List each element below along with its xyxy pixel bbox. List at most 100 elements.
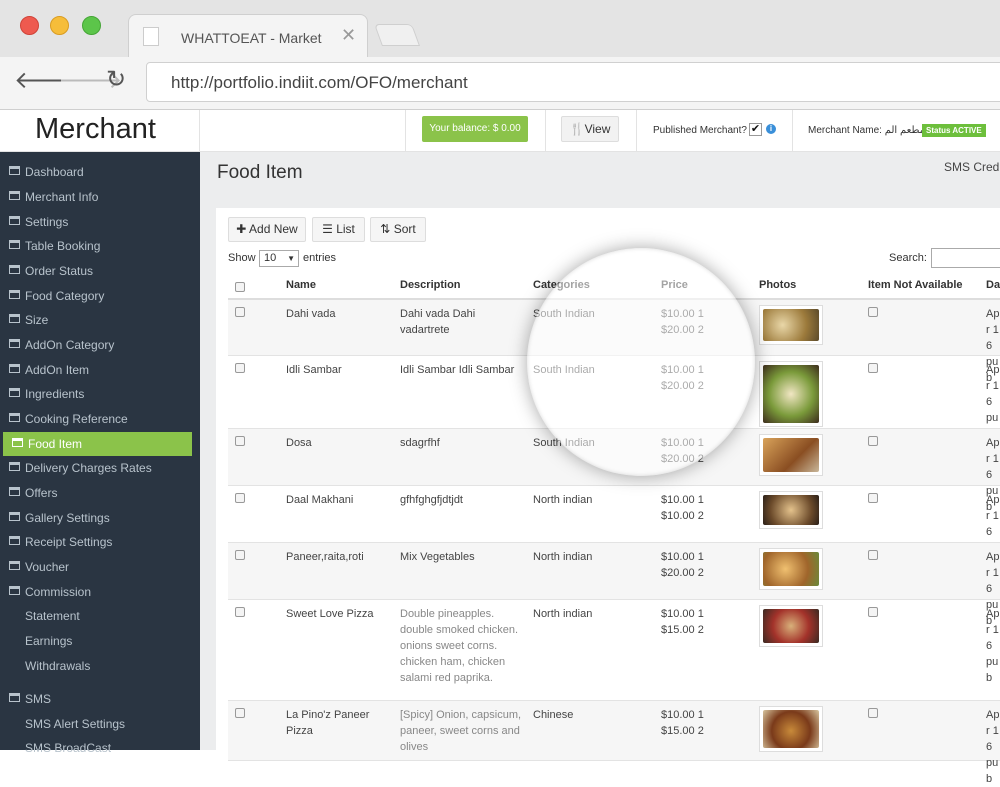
sidebar-item-addon-item[interactable]: AddOn Item	[0, 358, 200, 382]
column-header-description[interactable]: Description	[400, 279, 461, 291]
item-not-available-checkbox[interactable]	[868, 550, 878, 560]
entries-select[interactable]: 10 ▼	[259, 250, 299, 267]
sidebar-item-label: Table Booking	[25, 239, 101, 253]
column-header-date[interactable]: Date	[986, 279, 1000, 291]
row-select-checkbox[interactable]	[235, 493, 245, 503]
sidebar-item-size[interactable]: Size	[0, 308, 200, 332]
food-name[interactable]: Idli Sambar	[286, 362, 391, 378]
sidebar-item-ingredients[interactable]: Ingredients	[0, 382, 200, 406]
food-photo[interactable]	[759, 361, 823, 427]
item-not-available-checkbox[interactable]	[868, 436, 878, 446]
sidebar-item-commission[interactable]: Commission	[0, 580, 200, 604]
sidebar-item-voucher[interactable]: Voucher	[0, 555, 200, 579]
sidebar-item-withdrawals[interactable]: Withdrawals	[0, 654, 200, 678]
row-select-checkbox[interactable]	[235, 307, 245, 317]
sidebar-item-label: Statement	[25, 609, 80, 623]
search-input[interactable]	[931, 248, 1000, 268]
sidebar: Dashboard Merchant Info Settings Table Book…	[0, 152, 200, 755]
food-photo[interactable]	[759, 706, 823, 752]
view-button[interactable]: 🍴View	[561, 116, 619, 142]
row-select-checkbox[interactable]	[235, 436, 245, 446]
food-photo-image	[763, 710, 819, 748]
sidebar-item-statement[interactable]: Statement	[0, 604, 200, 628]
tab-close-icon[interactable]: ✕	[341, 25, 356, 46]
window-maximize-button[interactable]	[82, 16, 101, 35]
sidebar-item-receipt-settings[interactable]: Receipt Settings	[0, 530, 200, 554]
food-photo[interactable]	[759, 305, 823, 345]
window-close-button[interactable]	[20, 16, 39, 35]
sidebar-item-food-item[interactable]: Food Item	[3, 432, 192, 456]
sidebar-item-label: Offers	[25, 486, 58, 500]
food-photo[interactable]	[759, 548, 823, 590]
sidebar-item-offers[interactable]: Offers	[0, 481, 200, 505]
list-button[interactable]: ☰ List	[312, 217, 365, 242]
price-line-2: $20.00 2	[661, 380, 704, 392]
tab-title: WHATTOEAT - Market	[181, 30, 322, 46]
food-name[interactable]: Daal Makhani	[286, 492, 391, 508]
food-name[interactable]: Dosa	[286, 435, 391, 451]
row-select-checkbox[interactable]	[235, 708, 245, 718]
sidebar-item-label: AddOn Item	[25, 363, 90, 377]
food-photo-image	[763, 365, 819, 423]
sidebar-item-merchant-info[interactable]: Merchant Info	[0, 185, 200, 209]
row-select-checkbox[interactable]	[235, 550, 245, 560]
food-photo[interactable]	[759, 491, 823, 529]
sidebar-item-table-booking[interactable]: Table Booking	[0, 234, 200, 258]
sidebar-item-settings[interactable]: Settings	[0, 210, 200, 234]
published-checkbox[interactable]: ✔	[749, 123, 762, 136]
food-description: [Spicy] Onion, capsicum, paneer, sweet c…	[400, 709, 522, 753]
sidebar-item-sms-broadcast[interactable]: SMS BroadCast	[0, 736, 200, 760]
column-header-item-not-available[interactable]: Item Not Available	[868, 279, 963, 291]
sidebar-item-cooking-reference[interactable]: Cooking Reference	[0, 407, 200, 431]
sidebar-item-sms[interactable]: SMS	[0, 687, 200, 711]
info-icon[interactable]: i	[766, 124, 776, 134]
select-all-checkbox[interactable]	[235, 282, 245, 292]
food-photo[interactable]	[759, 605, 823, 647]
sidebar-item-order-status[interactable]: Order Status	[0, 259, 200, 283]
view-button-label: View	[584, 122, 611, 136]
reload-icon[interactable]: ↻	[106, 65, 126, 94]
add-new-button[interactable]: ✚ Add New	[228, 217, 306, 242]
sidebar-item-earnings[interactable]: Earnings	[0, 629, 200, 653]
address-bar[interactable]: http://portfolio.indiit.com/OFO/merchant	[146, 62, 1000, 102]
sort-button[interactable]: ⇅ Sort	[370, 217, 426, 242]
plus-icon: ✚	[236, 222, 250, 236]
column-header-photos[interactable]: Photos	[759, 279, 796, 291]
list-icon	[12, 438, 23, 447]
item-not-available-checkbox[interactable]	[868, 607, 878, 617]
column-header-categories[interactable]: Categories	[533, 279, 590, 291]
column-header-name[interactable]: Name	[286, 279, 316, 291]
food-name[interactable]: Sweet Love Pizza	[286, 606, 391, 622]
sidebar-item-dashboard[interactable]: Dashboard	[0, 160, 200, 184]
new-tab-button[interactable]	[373, 24, 421, 46]
sidebar-item-food-category[interactable]: Food Category	[0, 284, 200, 308]
sidebar-item-label: Food Category	[25, 289, 105, 303]
food-date: Apr 16 pub	[986, 608, 1000, 684]
window-minimize-button[interactable]	[50, 16, 69, 35]
row-select-checkbox[interactable]	[235, 363, 245, 373]
table-row: Sweet Love Pizza Double pineapples. doubl…	[228, 600, 1000, 701]
list-icon	[9, 413, 20, 422]
food-price: $10.00 1 $20.00 2	[661, 549, 741, 581]
food-description: Double pineapples. double smoked chicken…	[400, 608, 519, 684]
main-content: Food Item SMS Credits ✚ Add New ☰ List ⇅…	[200, 152, 1000, 785]
balance-button[interactable]: Your balance: $ 0.00	[422, 116, 528, 142]
food-name[interactable]: Paneer,raita,roti	[286, 549, 391, 565]
table-row: Dahi vada Dahi vada Dahi vadartrete South …	[228, 300, 1000, 384]
row-select-checkbox[interactable]	[235, 607, 245, 617]
merchant-name-label: Merchant Name: مطعم الم...	[808, 125, 933, 136]
browser-tab[interactable]: WHATTOEAT - Market ✕	[128, 14, 368, 58]
sidebar-item-sms-alert-settings[interactable]: SMS Alert Settings	[0, 712, 200, 736]
sidebar-item-label: Voucher	[25, 560, 70, 574]
food-name[interactable]: La Pino'z Paneer Pizza	[286, 707, 391, 739]
food-name[interactable]: Dahi vada	[286, 306, 391, 322]
sidebar-item-delivery-charges-rates[interactable]: Delivery Charges Rates	[0, 456, 200, 480]
item-not-available-checkbox[interactable]	[868, 307, 878, 317]
item-not-available-checkbox[interactable]	[868, 493, 878, 503]
sidebar-item-gallery-settings[interactable]: Gallery Settings	[0, 506, 200, 530]
item-not-available-checkbox[interactable]	[868, 708, 878, 718]
item-not-available-checkbox[interactable]	[868, 363, 878, 373]
sidebar-item-addon-category[interactable]: AddOn Category	[0, 333, 200, 357]
column-header-price[interactable]: Price	[661, 279, 688, 291]
food-photo[interactable]	[759, 434, 823, 476]
